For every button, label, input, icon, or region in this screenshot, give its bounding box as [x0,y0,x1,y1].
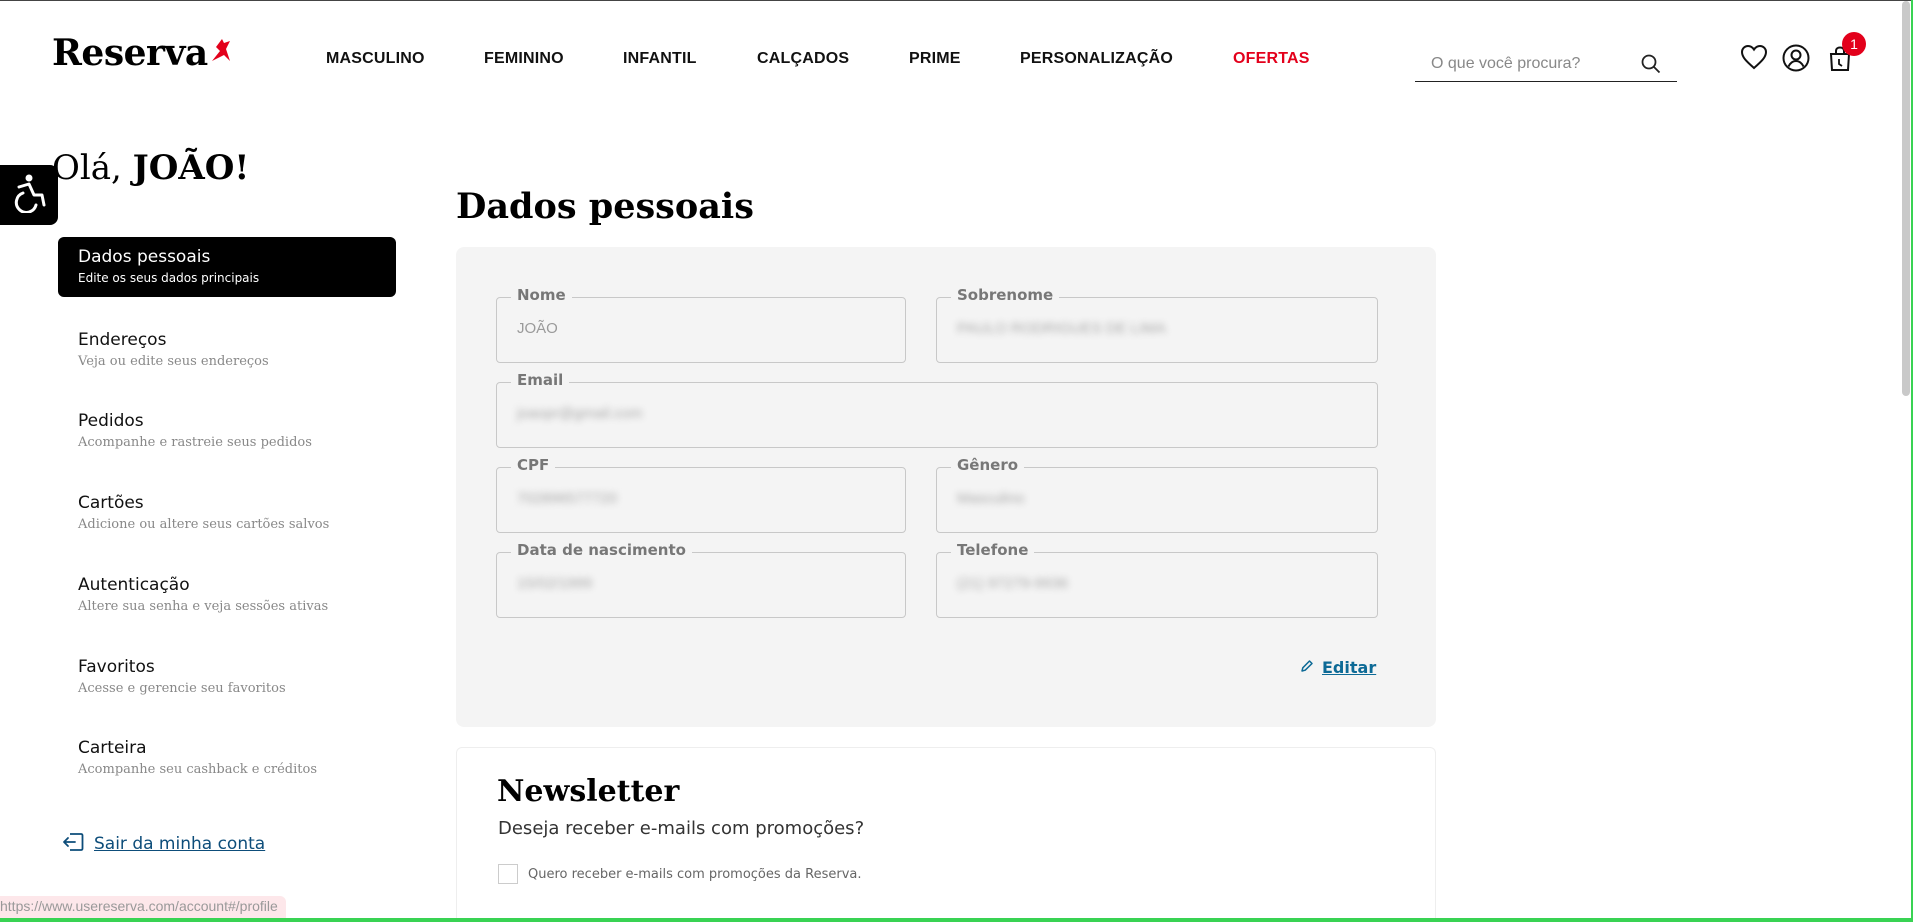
nav-ofertas[interactable]: OFERTAS [1233,50,1310,68]
cpf-field[interactable]: CPF 702896577720 [496,456,906,533]
logout-label: Sair da minha conta [94,834,266,854]
accessibility-button[interactable] [0,165,58,225]
sidebar-item-title: Endereços [78,330,167,350]
newsletter-option[interactable]: Quero receber e-mails com promoções da R… [498,864,861,884]
sidebar-item-cartoes[interactable]: Cartões Adicione ou altere seus cartões … [58,493,396,532]
nav-prime[interactable]: PRIME [909,50,961,68]
sidebar-item-subtitle: Adicione ou altere seus cartões salvos [78,517,330,532]
sidebar-item-autenticacao[interactable]: Autenticação Altere sua senha e veja ses… [58,575,396,614]
nav-masculino[interactable]: MASCULINO [326,50,425,68]
greeting: Olá, JOÃO! [52,148,249,188]
sidebar-item-subtitle: Acompanhe e rastreie seus pedidos [78,435,312,450]
edit-label: Editar [1322,658,1377,677]
status-bar-url: https://www.usereserva.com/account#/prof… [0,896,286,918]
greeting-prefix: Olá, [52,148,133,188]
sidebar-item-subtitle: Acesse e gerencie seu favoritos [78,681,286,696]
sidebar-item-title: Autenticação [78,575,190,595]
personal-data-card: Nome JOÃO Sobrenome PAULO RODRIGUES DE L… [456,247,1436,727]
newsletter-title: Newsletter [497,774,680,809]
brand-name: Reserva [52,32,208,74]
accessibility-icon [10,173,48,217]
first-name-value: JOÃO [517,320,558,337]
gender-value: Masculino [957,490,1025,507]
nav-infantil[interactable]: INFANTIL [623,50,697,68]
sidebar-item-carteira[interactable]: Carteira Acompanhe seu cashback e crédit… [58,738,396,777]
greeting-name: JOÃO! [132,148,250,188]
user-icon[interactable] [1782,44,1810,76]
sidebar-item-title: Carteira [78,738,147,758]
cpf-value: 702896577720 [517,490,618,507]
newsletter-card: Newsletter Deseja receber e-mails com pr… [456,747,1436,922]
sidebar-item-favoritos[interactable]: Favoritos Acesse e gerencie seu favorito… [58,657,396,696]
page-scrollbar[interactable] [1901,0,1911,400]
search-input[interactable] [1415,54,1635,73]
gender-field[interactable]: Gênero Masculino [936,456,1378,533]
first-name-label: Nome [511,286,572,304]
sidebar-item-subtitle: Acompanhe seu cashback e créditos [78,762,317,777]
sidebar-item-dados-pessoais[interactable]: Dados pessoais Edite os seus dados princ… [58,237,396,297]
nav-personalizacao[interactable]: PERSONALIZAÇÃO [1020,50,1173,68]
sidebar-item-title: Cartões [78,493,144,513]
cpf-label: CPF [511,456,556,474]
email-value: joaopr@gmail.com [517,405,643,422]
logout-link[interactable]: Sair da minha conta [62,832,265,856]
last-name-label: Sobrenome [951,286,1060,304]
sidebar-item-subtitle: Altere sua senha e veja sessões ativas [78,599,329,614]
first-name-field[interactable]: Nome JOÃO [496,286,906,363]
search-bar [1415,46,1677,82]
cart-count-badge: 1 [1842,32,1866,56]
phone-label: Telefone [951,541,1035,559]
newsletter-checkbox[interactable] [498,864,518,884]
edit-button[interactable]: Editar [1300,658,1376,677]
birthdate-label: Data de nascimento [511,541,692,559]
sidebar-item-subtitle: Veja ou edite seus endereços [78,354,269,369]
logout-icon [62,832,84,856]
gender-label: Gênero [951,456,1025,474]
sidebar-item-title: Pedidos [78,411,144,431]
window-top-border [0,0,1913,1]
email-field[interactable]: Email joaopr@gmail.com [496,371,1378,448]
last-name-value: PAULO RODRIGUES DE LIMA [957,320,1166,337]
bird-logo-icon [210,30,232,72]
newsletter-subtitle: Deseja receber e-mails com promoções? [498,818,865,839]
pencil-icon [1300,658,1314,677]
window-bottom-border [0,918,1913,922]
sidebar-item-title: Dados pessoais [78,247,211,267]
sidebar-item-title: Favoritos [78,657,155,677]
sidebar-item-subtitle: Edite os seus dados principais [78,271,260,285]
sidebar-item-pedidos[interactable]: Pedidos Acompanhe e rastreie seus pedido… [58,411,396,450]
search-icon[interactable] [1641,54,1661,78]
scrollbar-thumb[interactable] [1902,1,1910,396]
last-name-field[interactable]: Sobrenome PAULO RODRIGUES DE LIMA [936,286,1378,363]
nav-calcados[interactable]: CALÇADOS [757,50,849,68]
newsletter-checkbox-label: Quero receber e-mails com promoções da R… [528,866,862,882]
email-label: Email [511,371,570,389]
phone-value: (21) 97279-9936 [957,575,1068,592]
birthdate-value: 15/02/1999 [517,575,593,592]
heart-icon[interactable] [1740,44,1768,74]
phone-field[interactable]: Telefone (21) 97279-9936 [936,541,1378,618]
birthdate-field[interactable]: Data de nascimento 15/02/1999 [496,541,906,618]
brand-logo[interactable]: Reserva [52,32,232,74]
sidebar-item-enderecos[interactable]: Endereços Veja ou edite seus endereços [58,330,396,369]
page-title: Dados pessoais [456,186,754,227]
nav-feminino[interactable]: FEMININO [484,50,564,68]
